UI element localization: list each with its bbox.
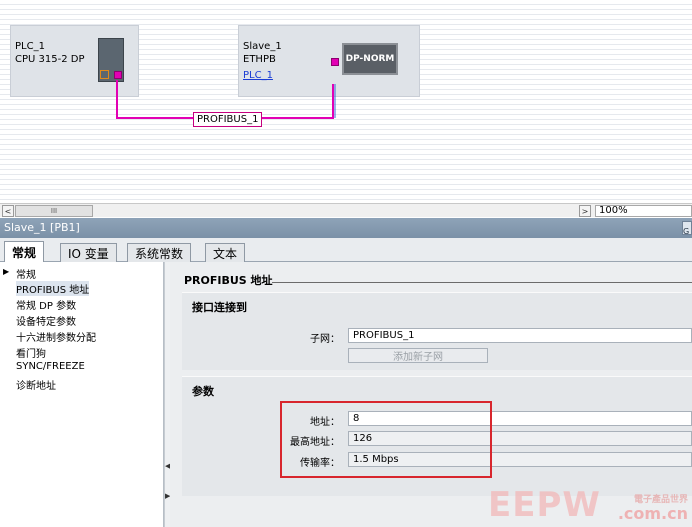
nav-profibus-address[interactable]: PROFIBUS 地址 — [16, 281, 90, 296]
watermark-logo: EEPW — [488, 485, 601, 525]
zoom-level-field[interactable]: 100% — [595, 205, 692, 217]
properties-nav-tree: ▶ 常规 PROFIBUS 地址 常规 DP 参数 设备特定参数 十六进制参数分… — [0, 262, 164, 527]
properties-title: Slave_1 [PB1] — [4, 221, 80, 234]
properties-tabs: 常规 IO 变量 系统常数 文本 — [0, 238, 692, 263]
network-view-canvas[interactable]: PLC_1 CPU 315-2 DP Slave_1 ETHPB PLC_1 D… — [0, 0, 692, 203]
scroll-thumb[interactable]: III — [15, 205, 93, 217]
nav-diagnostic-address[interactable]: 诊断地址 — [16, 377, 56, 392]
watermark-domain: .com.cn — [617, 504, 688, 523]
scroll-right-button[interactable]: > — [579, 205, 591, 217]
profibus-line-plc — [116, 80, 193, 119]
nav-device-params[interactable]: 设备特定参数 — [16, 313, 76, 328]
scroll-left-button[interactable]: < — [2, 205, 14, 217]
nav-general[interactable]: 常规 — [16, 266, 36, 281]
add-subnet-button[interactable]: 添加新子网 — [348, 348, 488, 363]
nav-watchdog[interactable]: 看门狗 — [16, 345, 46, 360]
section-divider — [272, 282, 692, 283]
profibus-lines — [116, 80, 336, 119]
properties-title-bar: Slave_1 [PB1] G — [0, 218, 692, 238]
profibus-subnet-label[interactable]: PROFIBUS_1 — [193, 112, 263, 127]
title-bar-button[interactable]: G — [682, 221, 692, 236]
nav-general-dp-params[interactable]: 常规 DP 参数 — [16, 297, 76, 312]
interface-group: 接口连接到 子网： PROFIBUS_1 添加新子网 — [182, 292, 692, 370]
parameters-group-title: 参数 — [192, 385, 214, 398]
interface-group-title: 接口连接到 — [192, 301, 247, 314]
nav-hex-params[interactable]: 十六进制参数分配 — [16, 329, 96, 344]
subnet-select[interactable]: PROFIBUS_1 — [348, 328, 692, 343]
tab-system-constants[interactable]: 系统常数 — [127, 243, 192, 262]
tab-texts[interactable]: 文本 — [205, 243, 246, 262]
tab-general[interactable]: 常规 — [4, 241, 45, 263]
tab-io-tags[interactable]: IO 变量 — [60, 243, 117, 262]
eepw-watermark: EEPW 電子產品世界 .com.cn — [488, 483, 688, 525]
section-title-profibus-address: PROFIBUS 地址 — [184, 274, 273, 287]
highlight-box — [280, 401, 492, 478]
nav-sync-freeze[interactable]: SYNC/FREEZE — [16, 361, 85, 372]
profibus-line-slave — [258, 84, 334, 119]
canvas-scrollbar[interactable]: < III > 100% — [0, 203, 692, 217]
expand-arrow-icon[interactable]: ▶ — [3, 267, 9, 276]
subnet-label: 子网： — [310, 334, 340, 345]
